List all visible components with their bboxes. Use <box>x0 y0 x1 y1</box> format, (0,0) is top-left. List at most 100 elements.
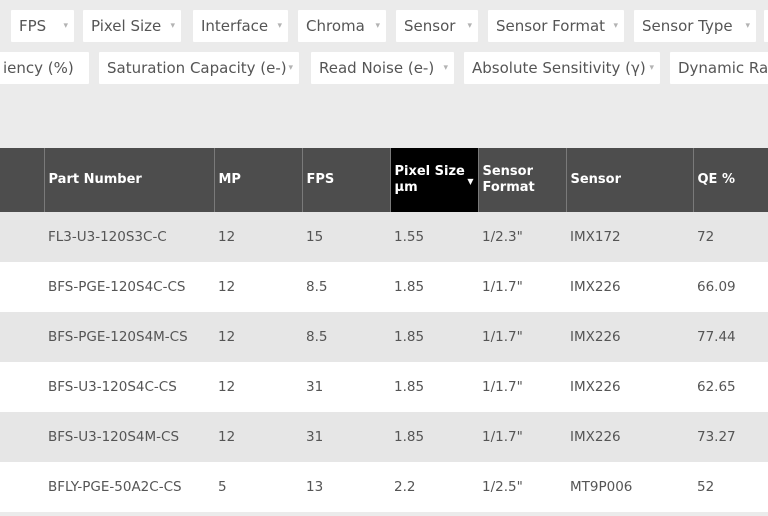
sensor-cell: IMX226 <box>570 329 621 345</box>
part-number-cell[interactable]: BFS-PGE-120S4M-CS <box>44 312 214 362</box>
results-table: Part Number MP FPS Pixel Size µm ▼ Senso… <box>0 148 768 512</box>
header-label: QE % <box>697 172 735 187</box>
header-mp[interactable]: MP <box>213 148 302 212</box>
sensor-format-cell: 1/1.7" <box>482 329 523 345</box>
pixel-size-cell: 1.85 <box>394 429 425 445</box>
row-select-cell <box>0 262 44 312</box>
filter-dynamic-range[interactable]: Dynamic Range <box>670 52 768 84</box>
filter-interface[interactable]: Interface ▾ <box>193 10 288 42</box>
part-number-cell[interactable]: BFS-U3-120S4C-CS <box>44 362 214 412</box>
fps-cell: 8.5 <box>306 329 328 345</box>
sensor-cell: IMX172 <box>570 229 621 245</box>
table-row[interactable]: BFLY-PGE-50A2C-CS 5 13 2.2 1/2.5" MT9P00… <box>0 462 768 512</box>
part-number-cell[interactable]: BFS-PGE-120S4C-CS <box>44 262 214 312</box>
filter-bar: FPS ▾ Pixel Size ▾ Interface ▾ Chroma ▾ … <box>0 0 768 138</box>
sensor-format-cell: 1/1.7" <box>482 279 523 295</box>
table-row[interactable]: BFS-PGE-120S4C-CS 12 8.5 1.85 1/1.7" IMX… <box>0 262 768 312</box>
row-select-cell <box>0 362 44 412</box>
sensor-format-cell: 1/1.7" <box>482 379 523 395</box>
header-select <box>0 148 44 212</box>
filter-label: Sensor Type <box>642 17 733 35</box>
qe-cell: 62.65 <box>697 379 736 395</box>
camera-results-table: Part Number MP FPS Pixel Size µm ▼ Senso… <box>0 148 768 516</box>
mp-cell: 5 <box>218 479 227 495</box>
row-select-cell <box>0 312 44 362</box>
filter-sensor-type[interactable]: Sensor Type ▾ <box>634 10 756 42</box>
sensor-cell: IMX226 <box>570 279 621 295</box>
header-pixel-size[interactable]: Pixel Size µm ▼ <box>389 148 478 212</box>
sensor-cell: IMX226 <box>570 429 621 445</box>
pixel-size-cell: 1.85 <box>394 279 425 295</box>
sensor-format-cell: 1/2.5" <box>482 479 523 495</box>
header-sensor-format[interactable]: Sensor Format <box>477 148 566 212</box>
table-row[interactable]: BFS-PGE-120S4M-CS 12 8.5 1.85 1/1.7" IMX… <box>0 312 768 362</box>
filter-label: Absolute Sensitivity (γ) <box>472 59 646 77</box>
chevron-down-icon: ▾ <box>613 21 618 31</box>
table-row[interactable]: BFS-U3-120S4M-CS 12 31 1.85 1/1.7" IMX22… <box>0 412 768 462</box>
sensor-cell: MT9P006 <box>570 479 633 495</box>
header-sensor[interactable]: Sensor <box>565 148 693 212</box>
mp-cell: 12 <box>218 279 236 295</box>
header-label: FPS <box>306 172 335 187</box>
row-select-cell <box>0 462 44 512</box>
table-row[interactable]: BFS-U3-120S4C-CS 12 31 1.85 1/1.7" IMX22… <box>0 362 768 412</box>
sensor-cell: IMX226 <box>570 379 621 395</box>
filter-chroma[interactable]: Chroma ▾ <box>298 10 386 42</box>
filter-quantum-efficiency[interactable]: iency (%) <box>0 52 89 84</box>
mp-cell: 12 <box>218 329 236 345</box>
filter-label: Saturation Capacity (e-) <box>107 59 287 77</box>
header-label: Part Number <box>48 172 142 187</box>
chevron-down-icon: ▾ <box>745 21 750 31</box>
filter-sensor[interactable]: Sensor ▾ <box>396 10 478 42</box>
qe-cell: 72 <box>697 229 715 245</box>
header-label: MP <box>218 172 241 187</box>
filter-label: Pixel Size <box>91 17 162 35</box>
table-header-row: Part Number MP FPS Pixel Size µm ▼ Senso… <box>0 148 768 212</box>
header-fps[interactable]: FPS <box>301 148 390 212</box>
filter-label: iency (%) <box>3 59 74 77</box>
qe-cell: 73.27 <box>697 429 736 445</box>
chevron-down-icon: ▾ <box>170 21 175 31</box>
chevron-down-icon: ▾ <box>443 63 448 73</box>
row-select-cell <box>0 212 44 262</box>
filter-fps[interactable]: FPS ▾ <box>11 10 74 42</box>
mp-cell: 12 <box>218 379 236 395</box>
header-part-number[interactable]: Part Number <box>43 148 214 212</box>
table-row[interactable]: FL3-U3-120S3C-C 12 15 1.55 1/2.3" IMX172… <box>0 212 768 262</box>
chevron-down-icon: ▾ <box>277 21 282 31</box>
filter-read-noise[interactable]: Read Noise (e-) ▾ <box>311 52 454 84</box>
sensor-format-cell: 1/2.3" <box>482 229 523 245</box>
mp-cell: 12 <box>218 429 236 445</box>
filter-label: Interface <box>201 17 269 35</box>
pixel-size-cell: 1.85 <box>394 329 425 345</box>
filter-saturation-capacity[interactable]: Saturation Capacity (e-) ▾ <box>99 52 299 84</box>
filter-label: Sensor Format <box>496 17 606 35</box>
row-select-cell <box>0 412 44 462</box>
pixel-size-cell: 2.2 <box>394 479 416 495</box>
sort-descending-icon: ▼ <box>467 177 474 186</box>
filter-label: Read Noise (e-) <box>319 59 435 77</box>
header-label: Sensor Format <box>482 164 535 195</box>
mp-cell: 12 <box>218 229 236 245</box>
part-number-cell[interactable]: BFS-U3-120S4M-CS <box>44 412 214 462</box>
chevron-down-icon: ▾ <box>649 63 654 73</box>
filter-pixel-size[interactable]: Pixel Size ▾ <box>83 10 181 42</box>
filter-label: FPS <box>19 17 47 35</box>
part-number-cell[interactable]: FL3-U3-120S3C-C <box>44 212 214 262</box>
qe-cell: 52 <box>697 479 715 495</box>
filter-sensor-format[interactable]: Sensor Format ▾ <box>488 10 624 42</box>
filter-label: Sensor <box>404 17 456 35</box>
sensor-format-cell: 1/1.7" <box>482 429 523 445</box>
header-label: Sensor <box>570 172 622 187</box>
part-number-cell[interactable]: BFLY-PGE-50A2C-CS <box>44 462 214 512</box>
filter-label: Chroma <box>306 17 365 35</box>
fps-cell: 31 <box>306 379 324 395</box>
chevron-down-icon: ▾ <box>467 21 472 31</box>
qe-cell: 66.09 <box>697 279 736 295</box>
filter-absolute-sensitivity[interactable]: Absolute Sensitivity (γ) ▾ <box>464 52 660 84</box>
filter-overflow[interactable] <box>764 10 768 42</box>
header-qe[interactable]: QE % <box>692 148 768 212</box>
qe-cell: 77.44 <box>697 329 736 345</box>
fps-cell: 15 <box>306 229 324 245</box>
chevron-down-icon: ▾ <box>288 63 293 73</box>
